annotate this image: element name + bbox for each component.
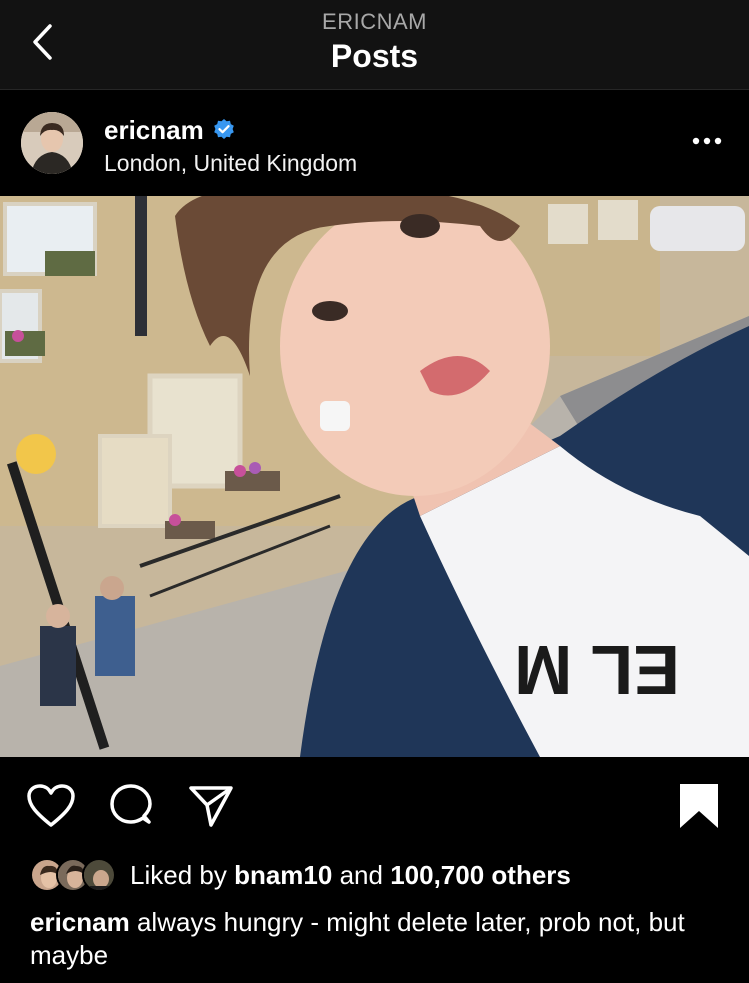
nav-titles: ERICNAM Posts [0,10,749,76]
likes-prefix: Liked by [130,860,227,890]
send-icon [189,786,233,827]
liker-avatar [82,858,116,892]
svg-text:EL M: EL M [514,631,680,709]
save-button[interactable] [672,779,726,833]
action-bar [0,757,749,853]
post-header: ericnam London, United Kingdom [0,90,749,196]
post-photo[interactable]: EL M [0,196,749,757]
liker-avatars[interactable] [30,857,118,893]
likes-text: Liked by bnam10 and 100,700 others [130,858,571,892]
post-username[interactable]: ericnam [104,114,204,146]
liker-username[interactable]: bnam10 [234,860,332,890]
comment-icon [110,784,152,824]
post-location[interactable]: London, United Kingdom [104,148,357,178]
heart-icon [27,784,75,827]
more-horizontal-icon [692,137,722,145]
verified-badge-icon [213,119,234,139]
page-title: Posts [330,38,419,74]
likes-count[interactable]: 100,700 others [390,860,571,890]
post-caption: ericnam always hungry - might delete lat… [30,906,730,972]
username-row: ericnam [104,114,236,146]
nav-subtitle: ERICNAM [322,9,427,34]
like-button[interactable] [24,779,78,833]
likes-row: Liked by bnam10 and 100,700 others [30,856,571,894]
more-options-button[interactable] [687,126,727,156]
bookmark-icon [680,784,718,828]
caption-username[interactable]: ericnam [30,907,130,937]
avatar[interactable] [21,112,83,174]
nav-bar: ERICNAM Posts [0,0,749,90]
share-button[interactable] [184,779,238,833]
comment-button[interactable] [104,779,158,833]
likes-joiner: and [339,860,383,890]
